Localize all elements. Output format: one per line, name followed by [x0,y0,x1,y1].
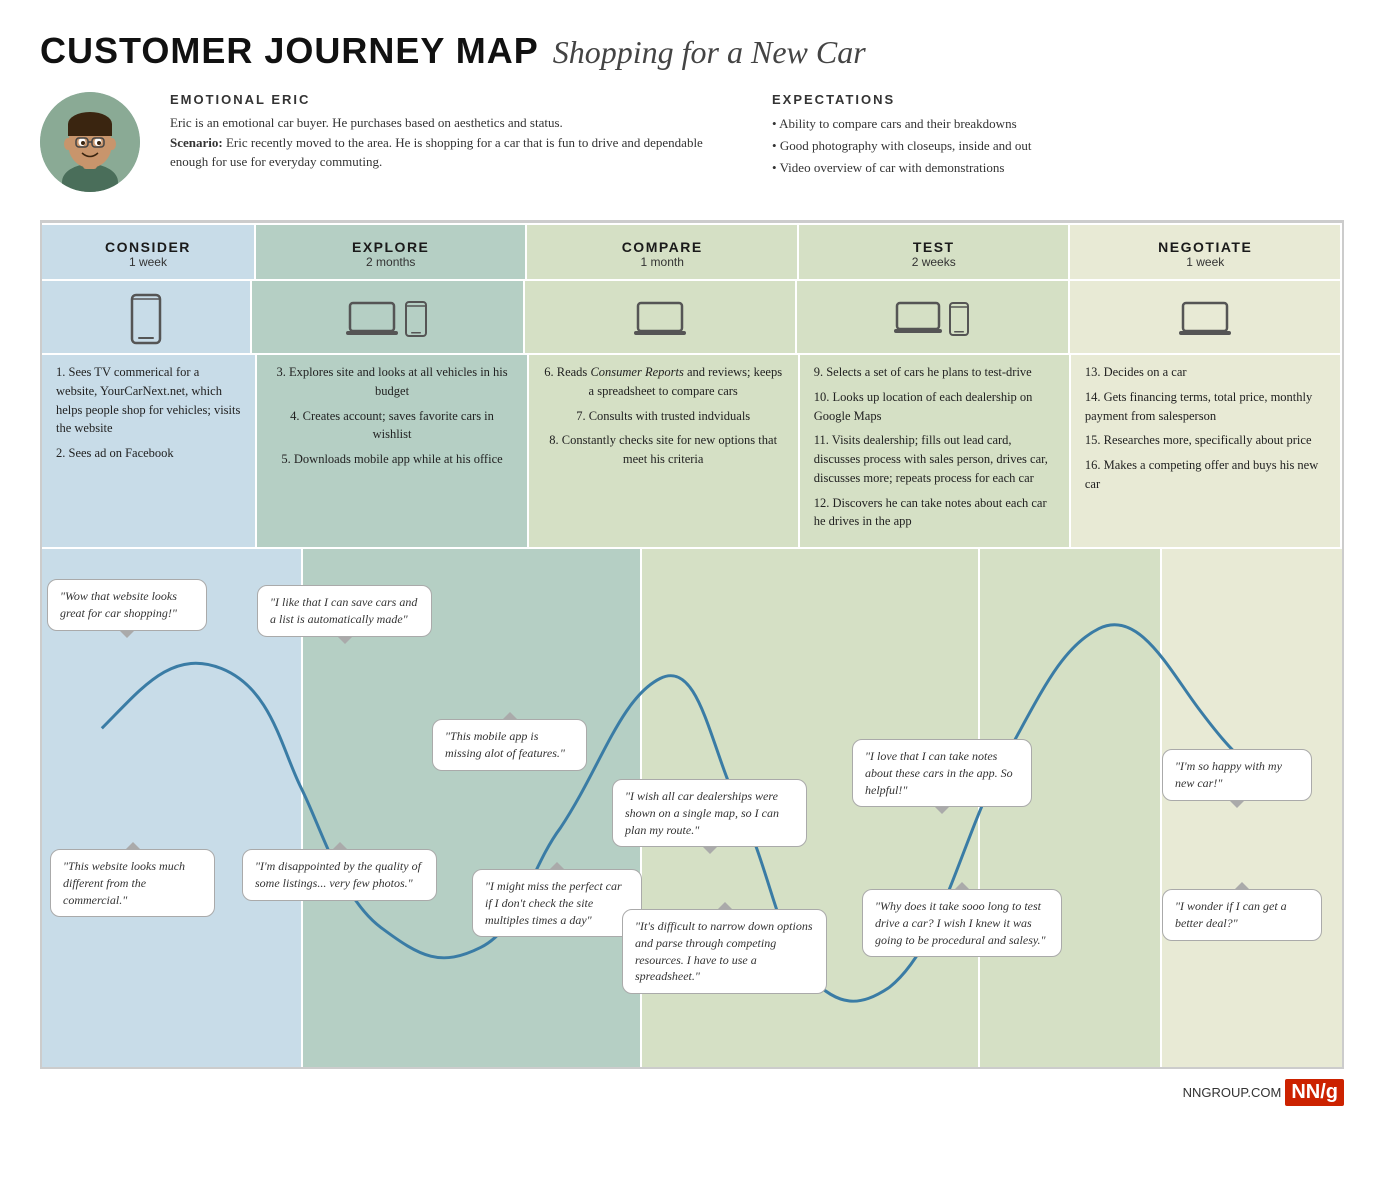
bubble-test-negative: "Why does it take sooo long to test driv… [862,889,1062,957]
action-item: 2. Sees ad on Facebook [56,444,241,463]
actions-compare: 6. Reads Consumer Reports and reviews; k… [529,355,800,547]
persona-description: Eric is an emotional car buyer. He purch… [170,113,742,172]
laptop-icon [346,299,398,339]
icon-row [42,279,1342,353]
expectation-item: Good photography with closeups, inside a… [772,135,1344,157]
actions-explore: 3. Explores site and looks at all vehicl… [257,355,528,547]
nn-logo: NN/g [1285,1079,1344,1106]
expectations-list: Ability to compare cars and their breakd… [772,113,1344,179]
mobile-icon-2 [948,302,970,336]
action-item: 9. Selects a set of cars he plans to tes… [814,363,1055,382]
bubble-compare-negative2: "It's difficult to narrow down options a… [622,909,827,994]
laptop-icon-2 [634,299,686,339]
bubble-consider-positive: "Wow that website looks great for car sh… [47,579,207,631]
action-item: 6. Reads Consumer Reports and reviews; k… [543,363,784,401]
phase-header-negotiate: NEGOTIATE 1 week [1070,225,1342,279]
icon-cell-test [797,281,1069,353]
expectations-section: EXPECTATIONS Ability to compare cars and… [772,92,1344,179]
action-item: 8. Constantly checks site for new option… [543,431,784,469]
icon-cell-consider [42,281,252,353]
action-item: 13. Decides on a car [1085,363,1326,382]
bubble-explore-positive: "I like that I can save cars and a list … [257,585,432,637]
action-item: 15. Researches more, specifically about … [1085,431,1326,450]
emotion-section: "Wow that website looks great for car sh… [42,547,1342,1067]
icon-cell-explore [252,281,524,353]
expectation-item: Video overview of car with demonstration… [772,157,1344,179]
title-bold: CUSTOMER JOURNEY MAP [40,30,539,72]
bubble-explore-negative2: "I'm disappointed by the quality of some… [242,849,437,901]
journey-map: CONSIDER 1 week EXPLORE 2 months COMPARE… [40,221,1344,1069]
laptop-icon-3 [894,300,942,338]
avatar [40,92,140,192]
expectation-item: Ability to compare cars and their breakd… [772,113,1344,135]
mobile-icon-small [404,301,428,337]
action-item: 3. Explores site and looks at all vehicl… [271,363,512,401]
actions-test: 9. Selects a set of cars he plans to tes… [800,355,1071,547]
persona-name: EMOTIONAL ERIC [170,92,742,107]
action-item: 10. Looks up location of each dealership… [814,388,1055,426]
phase-header-consider: CONSIDER 1 week [42,225,256,279]
action-item: 11. Visits dealership; fills out lead ca… [814,431,1055,487]
action-item: 14. Gets financing terms, total price, m… [1085,388,1326,426]
action-item: 4. Creates account; saves favorite cars … [271,407,512,445]
persona-section: EMOTIONAL ERIC Eric is an emotional car … [40,92,1344,192]
icon-cell-compare [525,281,797,353]
laptop-icon-4 [1179,299,1231,339]
mobile-icon [128,293,164,345]
page-container: CUSTOMER JOURNEY MAP Shopping for a New … [40,30,1344,1106]
action-item: 16. Makes a competing offer and buys his… [1085,456,1326,494]
expectations-title: EXPECTATIONS [772,92,1344,107]
phase-headers-row: CONSIDER 1 week EXPLORE 2 months COMPARE… [42,223,1342,279]
bubble-consider-negative: "This website looks much different from … [50,849,215,917]
phase-header-compare: COMPARE 1 month [527,225,799,279]
action-item: 1. Sees TV commerical for a website, You… [56,363,241,438]
phase-header-test: TEST 2 weeks [799,225,1071,279]
title-italic: Shopping for a New Car [553,34,866,71]
bubble-explore-negative1: "This mobile app is missing alot of feat… [432,719,587,771]
footer: NNGROUP.COM NN/g [40,1079,1344,1106]
action-item: 12. Discovers he can take notes about ea… [814,494,1055,532]
bubble-compare-negative1: "I might miss the perfect car if I don't… [472,869,642,937]
footer-url: NNGROUP.COM [1183,1085,1282,1100]
bubble-compare-positive: "I wish all car dealerships were shown o… [612,779,807,847]
action-item: 5. Downloads mobile app while at his off… [271,450,512,469]
title-row: CUSTOMER JOURNEY MAP Shopping for a New … [40,30,1344,72]
icon-cell-negotiate [1070,281,1342,353]
actions-negotiate: 13. Decides on a car 14. Gets financing … [1071,355,1342,547]
bubble-negotiate-negative: "I wonder if I can get a better deal?" [1162,889,1322,941]
persona-info: EMOTIONAL ERIC Eric is an emotional car … [170,92,742,172]
actions-consider: 1. Sees TV commerical for a website, You… [42,355,257,547]
bubble-negotiate-positive: "I'm so happy with my new car!" [1162,749,1312,801]
bubble-test-positive: "I love that I can take notes about thes… [852,739,1032,807]
action-item: 7. Consults with trusted indviduals [543,407,784,426]
phase-header-explore: EXPLORE 2 months [256,225,528,279]
actions-row: 1. Sees TV commerical for a website, You… [42,353,1342,547]
